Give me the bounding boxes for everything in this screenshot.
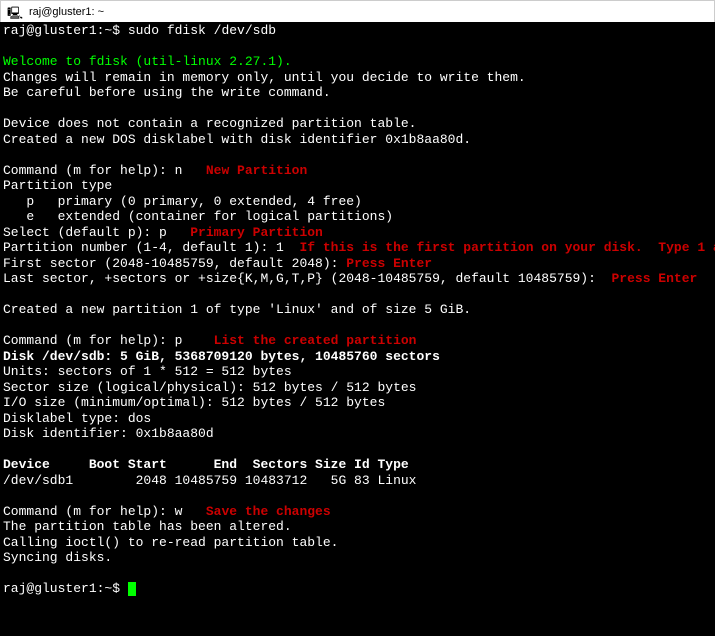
terminal-icon: 🖳 <box>7 4 23 20</box>
fdisk-msg: Partition type <box>3 178 112 193</box>
fdisk-msg: Syncing disks. <box>3 550 112 565</box>
window-title: raj@gluster1: ~ <box>29 6 104 18</box>
annotation-save: Save the changes <box>206 504 331 519</box>
fdisk-msg: e extended (container for logical partit… <box>3 209 393 224</box>
fdisk-cmd: Command (m for help): n <box>3 163 206 178</box>
annotation-list: List the created partition <box>214 333 417 348</box>
fdisk-msg: Created a new partition 1 of type 'Linux… <box>3 302 471 317</box>
shell-prompt: raj@gluster1:~$ <box>3 23 128 38</box>
fdisk-msg: I/O size (minimum/optimal): 512 bytes / … <box>3 395 385 410</box>
fdisk-cmd: Last sector, +sectors or +size{K,M,G,T,P… <box>3 271 612 286</box>
annotation-press-enter: Press Enter <box>346 256 432 271</box>
fdisk-cmd: Partition number (1-4, default 1): 1 <box>3 240 299 255</box>
annotation-press-enter: Press Enter <box>612 271 698 286</box>
annotation-primary: Primary Partition <box>190 225 323 240</box>
fdisk-msg: The partition table has been altered. <box>3 519 292 534</box>
fdisk-msg: Changes will remain in memory only, unti… <box>3 70 526 85</box>
fdisk-msg: Be careful before using the write comman… <box>3 85 331 100</box>
fdisk-msg: Calling ioctl() to re-read partition tab… <box>3 535 338 550</box>
fdisk-msg: Device does not contain a recognized par… <box>3 116 416 131</box>
fdisk-msg: Disk identifier: 0x1b8aa80d <box>3 426 214 441</box>
fdisk-cmd: Command (m for help): p <box>3 333 214 348</box>
fdisk-msg: Disklabel type: dos <box>3 411 151 426</box>
fdisk-msg: Sector size (logical/physical): 512 byte… <box>3 380 416 395</box>
fdisk-welcome: Welcome to fdisk (util-linux 2.27.1). <box>3 54 292 69</box>
annotation-new-partition: New Partition <box>206 163 307 178</box>
terminal-output[interactable]: raj@gluster1:~$ sudo fdisk /dev/sdb Welc… <box>0 22 715 636</box>
command-text: sudo fdisk /dev/sdb <box>128 23 276 38</box>
cursor <box>128 582 136 596</box>
shell-prompt: raj@gluster1:~$ <box>3 581 128 596</box>
disk-info: Disk /dev/sdb: 5 GiB, 5368709120 bytes, … <box>3 349 440 364</box>
annotation-first-partition: If this is the first partition on your d… <box>299 240 715 255</box>
fdisk-msg: Created a new DOS disklabel with disk id… <box>3 132 471 147</box>
fdisk-cmd: Select (default p): p <box>3 225 190 240</box>
fdisk-msg: Units: sectors of 1 * 512 = 512 bytes <box>3 364 292 379</box>
partition-table-row: /dev/sdb1 2048 10485759 10483712 5G 83 L… <box>3 473 416 488</box>
partition-table-header: Device Boot Start End Sectors Size Id Ty… <box>3 457 409 472</box>
fdisk-cmd: First sector (2048-10485759, default 204… <box>3 256 346 271</box>
fdisk-msg: p primary (0 primary, 0 extended, 4 free… <box>3 194 362 209</box>
window-titlebar: 🖳 raj@gluster1: ~ <box>0 0 715 22</box>
fdisk-cmd: Command (m for help): w <box>3 504 206 519</box>
